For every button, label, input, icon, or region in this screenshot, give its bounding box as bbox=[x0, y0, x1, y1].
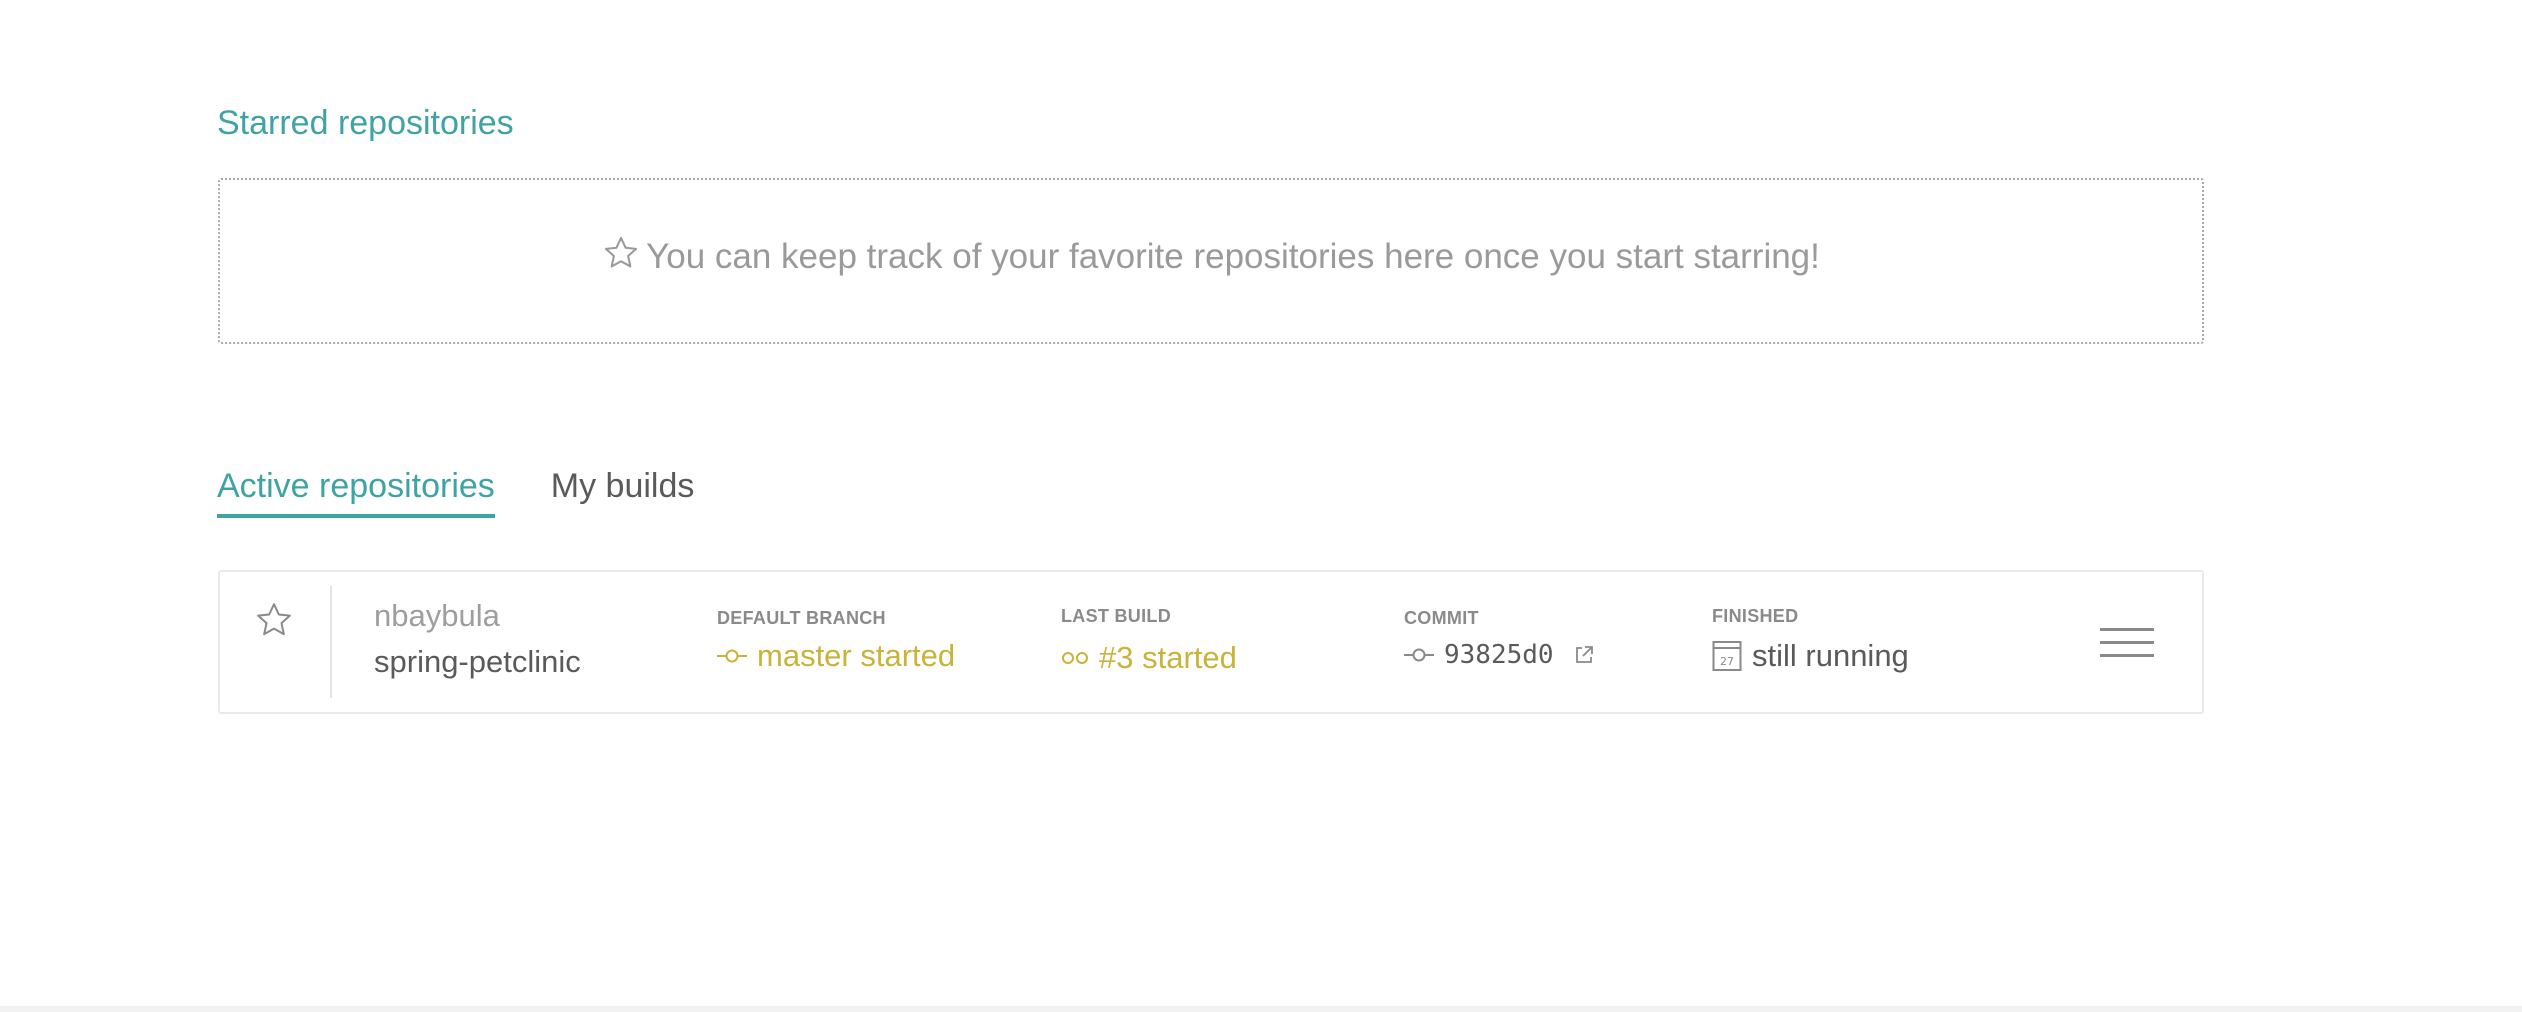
tab-my-builds[interactable]: My builds bbox=[551, 458, 695, 518]
finished-text: still running bbox=[1752, 638, 1909, 673]
tab-active-repositories[interactable]: Active repositories bbox=[217, 458, 495, 518]
repository-owner[interactable]: nbaybula bbox=[374, 598, 500, 634]
hamburger-menu-line bbox=[2100, 654, 2154, 657]
build-icon bbox=[1061, 650, 1089, 666]
commit-label: COMMIT bbox=[1404, 608, 1479, 628]
star-repository-button[interactable] bbox=[254, 600, 294, 640]
star-icon bbox=[254, 603, 294, 644]
last-build-value[interactable]: #3 started bbox=[1061, 640, 1237, 676]
commit-value[interactable]: 93825d0 bbox=[1404, 640, 1594, 670]
default-branch-label: DEFAULT BRANCH bbox=[717, 608, 886, 628]
starred-repositories-title: Starred repositories bbox=[217, 104, 514, 142]
hamburger-menu-icon bbox=[2100, 628, 2154, 631]
repository-row: nbaybula spring-petclinic DEFAULT BRANCH… bbox=[218, 570, 2204, 714]
dashboard-page: Starred repositories You can keep track … bbox=[0, 0, 2522, 1012]
starred-empty-text: You can keep track of your favorite repo… bbox=[646, 237, 1820, 276]
default-branch-value[interactable]: master started bbox=[717, 638, 955, 674]
finished-value: 27 still running bbox=[1712, 638, 1909, 674]
hamburger-menu-line bbox=[2100, 641, 2154, 644]
repository-tabs: Active repositories My builds bbox=[217, 458, 694, 518]
commit-icon bbox=[1404, 645, 1434, 665]
last-build-label: LAST BUILD bbox=[1061, 606, 1171, 626]
calendar-icon: 27 bbox=[1712, 640, 1742, 672]
repository-name-link[interactable]: spring-petclinic bbox=[374, 644, 581, 680]
svg-text:27: 27 bbox=[1720, 655, 1734, 668]
branch-icon bbox=[717, 646, 747, 666]
star-icon bbox=[602, 234, 646, 281]
default-branch-text: master started bbox=[757, 638, 956, 673]
row-divider bbox=[330, 586, 332, 698]
starred-empty-message: You can keep track of your favorite repo… bbox=[602, 234, 1820, 281]
repository-menu-button[interactable] bbox=[2100, 628, 2154, 660]
footer-divider bbox=[0, 1006, 2522, 1012]
external-link-icon[interactable] bbox=[1574, 645, 1594, 665]
commit-sha: 93825d0 bbox=[1444, 640, 1554, 670]
finished-label: FINISHED bbox=[1712, 606, 1799, 626]
last-build-text: #3 started bbox=[1099, 640, 1237, 675]
starred-repositories-empty-box: You can keep track of your favorite repo… bbox=[218, 178, 2204, 344]
